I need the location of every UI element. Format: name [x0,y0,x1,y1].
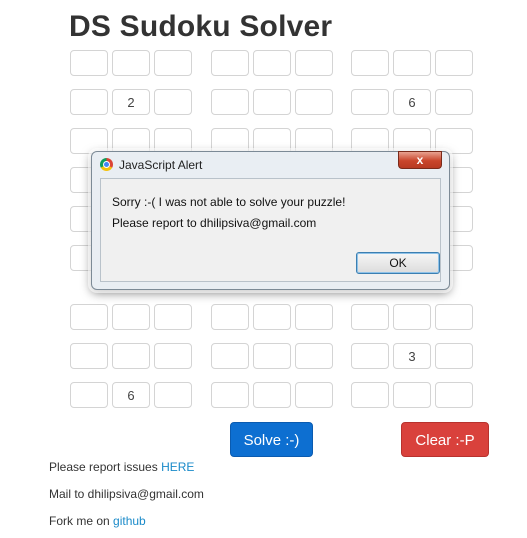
sudoku-cell[interactable] [253,382,291,408]
sudoku-cell[interactable] [295,89,333,115]
sudoku-cell[interactable] [435,343,473,369]
sudoku-cell[interactable]: 6 [112,382,150,408]
sudoku-cell[interactable] [253,50,291,76]
fork-text: Fork me on [49,514,114,528]
dialog-message-line-2: Please report to dhilipsiva@gmail.com [112,216,317,230]
sudoku-cell[interactable] [295,343,333,369]
solve-button[interactable]: Solve :-) [230,422,313,457]
sudoku-cell[interactable]: 6 [393,89,431,115]
sudoku-cell[interactable] [112,304,150,330]
sudoku-cell[interactable] [393,304,431,330]
sudoku-cell[interactable] [70,89,108,115]
sudoku-cell[interactable] [154,89,192,115]
sudoku-cell[interactable] [253,304,291,330]
close-icon: x [416,153,424,167]
sudoku-cell[interactable] [295,50,333,76]
dialog-title-bar: JavaScript Alert x [92,151,449,176]
sudoku-cell[interactable] [211,50,249,76]
sudoku-cell[interactable] [435,382,473,408]
sudoku-cell[interactable] [112,343,150,369]
sudoku-cell[interactable] [351,50,389,76]
javascript-alert-dialog: JavaScript Alert x Sorry :-( I was not a… [91,151,450,290]
sudoku-cell[interactable] [351,89,389,115]
sudoku-cell[interactable] [253,343,291,369]
sudoku-cell[interactable] [154,304,192,330]
sudoku-cell[interactable] [211,304,249,330]
sudoku-cell[interactable] [211,343,249,369]
sudoku-cell[interactable] [211,382,249,408]
clear-button[interactable]: Clear :-P [401,422,489,457]
sudoku-cell[interactable] [435,89,473,115]
report-issues-text: Please report issues [49,460,162,474]
sudoku-cell[interactable] [351,343,389,369]
sudoku-cell[interactable] [295,304,333,330]
report-issues-link[interactable]: HERE [161,460,194,474]
sudoku-cell[interactable] [351,304,389,330]
sudoku-cell[interactable] [112,50,150,76]
fork-line: Fork me on github [49,514,146,528]
sudoku-cell[interactable] [435,304,473,330]
sudoku-cell[interactable] [253,89,291,115]
sudoku-cell[interactable] [211,89,249,115]
sudoku-cell[interactable] [393,382,431,408]
sudoku-cell[interactable]: 3 [393,343,431,369]
sudoku-cell[interactable] [70,50,108,76]
sudoku-cell[interactable]: 2 [112,89,150,115]
dialog-close-button[interactable]: x [398,151,442,169]
mail-line: Mail to dhilipsiva@gmail.com [49,487,204,501]
ok-button[interactable]: OK [356,252,440,274]
github-link[interactable]: github [113,514,146,528]
sudoku-cell[interactable] [154,50,192,76]
page-title: DS Sudoku Solver [69,10,333,43]
sudoku-cell[interactable] [435,50,473,76]
sudoku-cell[interactable] [351,382,389,408]
dialog-message-line-1: Sorry :-( I was not able to solve your p… [112,195,346,209]
chrome-icon [100,158,113,171]
sudoku-cell[interactable] [295,382,333,408]
dialog-body: Sorry :-( I was not able to solve your p… [100,178,441,282]
sudoku-cell[interactable] [70,304,108,330]
sudoku-cell[interactable] [70,343,108,369]
sudoku-cell[interactable] [70,382,108,408]
sudoku-cell[interactable] [393,50,431,76]
sudoku-cell[interactable] [154,343,192,369]
dialog-title: JavaScript Alert [119,158,203,172]
report-issues-line: Please report issues HERE [49,460,194,474]
sudoku-cell[interactable] [154,382,192,408]
